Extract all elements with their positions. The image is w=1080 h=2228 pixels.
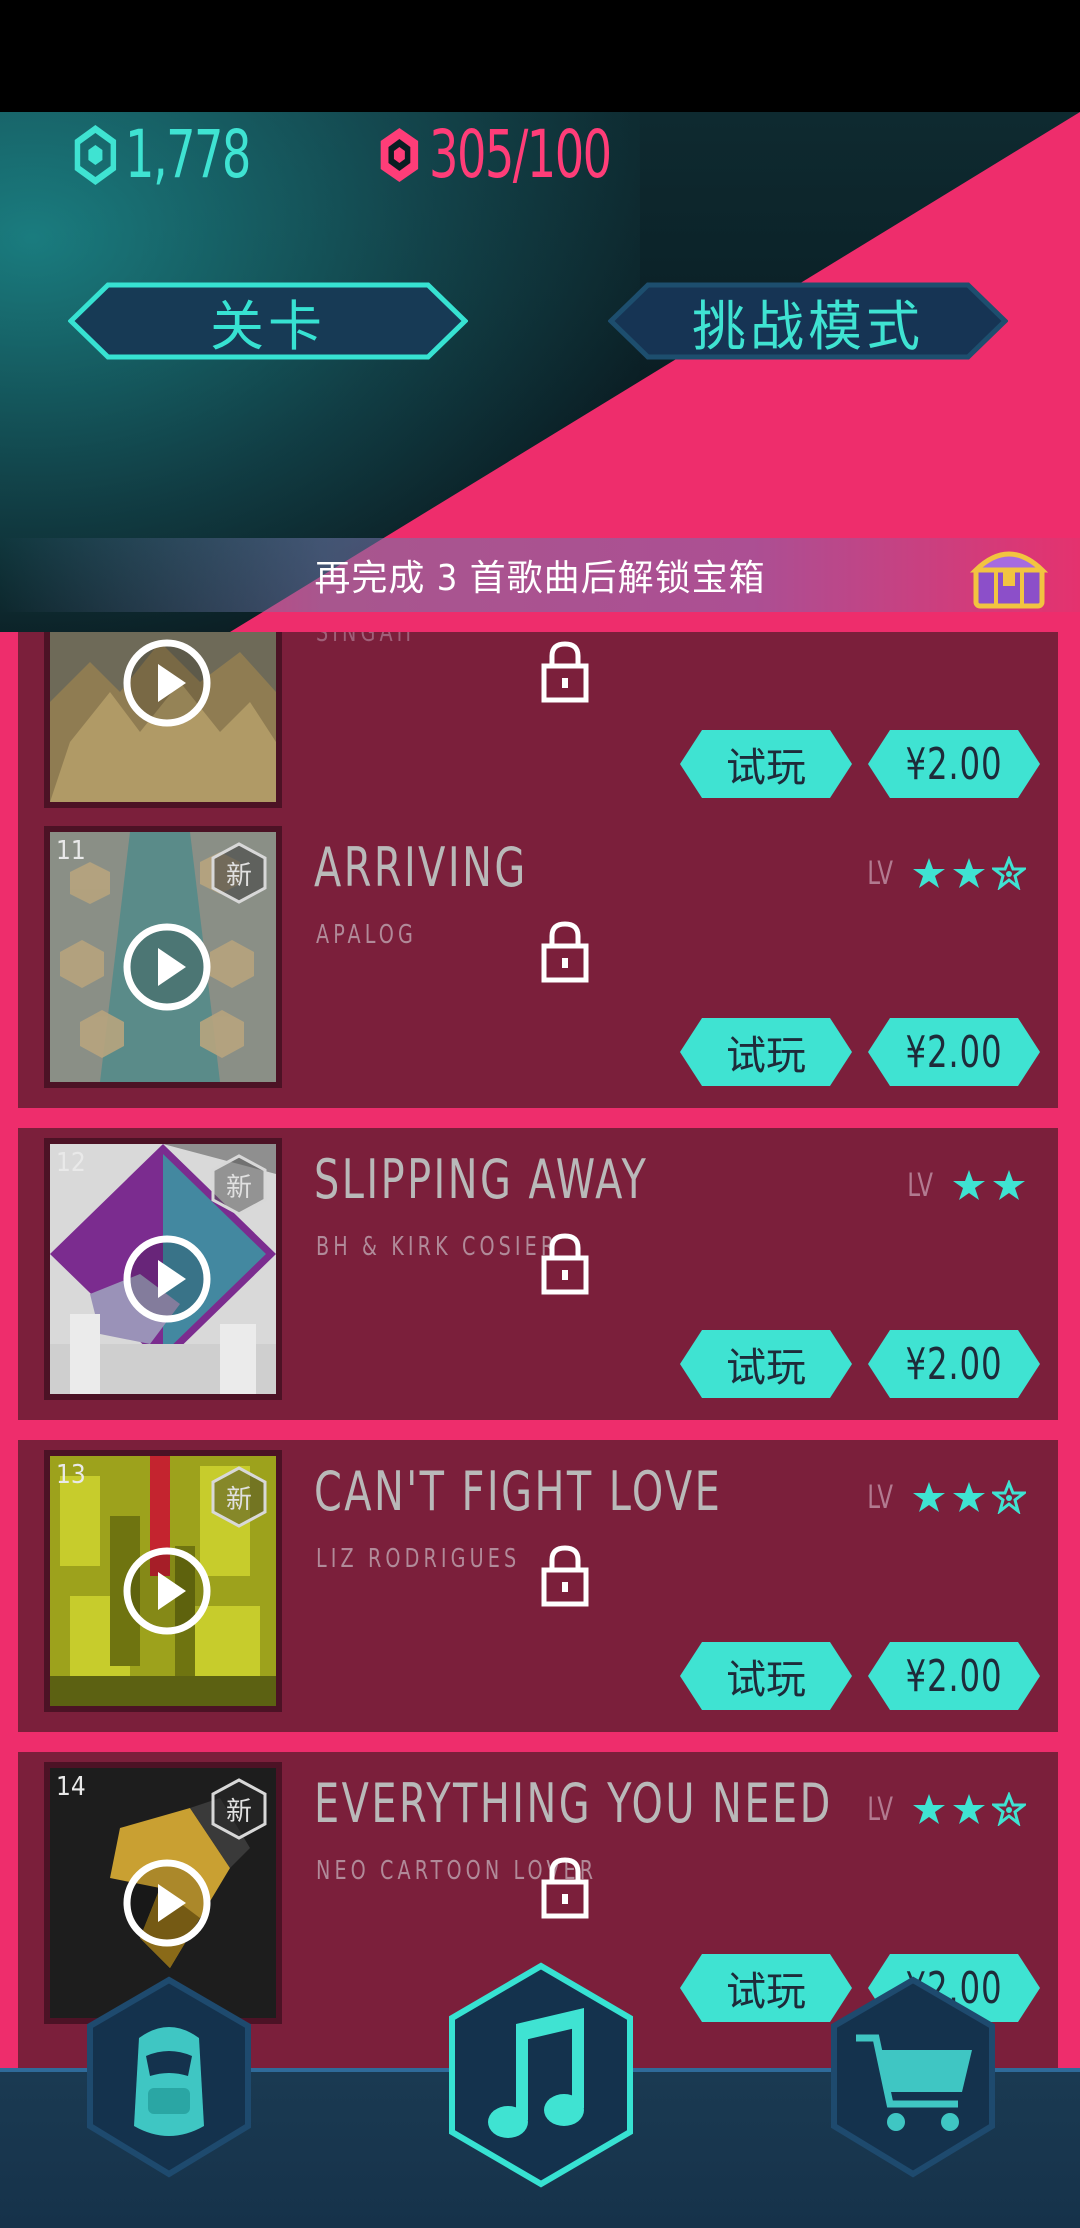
star-filled-icon (953, 1482, 986, 1512)
lock-icon (541, 1545, 589, 1607)
song-number: 12 (56, 1148, 86, 1178)
hexagon-gem-icon (74, 124, 117, 185)
song-artist: APALOG (316, 920, 417, 950)
star-filled-icon (953, 1170, 986, 1200)
play-icon[interactable] (122, 1858, 212, 1948)
star-filled-icon (913, 1794, 946, 1824)
song-thumbnail[interactable]: 13 新 (44, 1450, 282, 1712)
levels-mode-label: 关卡 (210, 294, 326, 358)
difficulty-rating: LV (904, 1166, 1026, 1204)
lv-label: LV (867, 1478, 893, 1516)
buy-button[interactable]: ¥2.00 (866, 728, 1042, 800)
unlock-banner-text: 再完成 3 首歌曲后解锁宝箱 (314, 558, 766, 599)
song-title: ARRIVING (314, 836, 528, 899)
play-icon[interactable] (122, 1234, 212, 1324)
lv-label: LV (867, 1790, 893, 1828)
song-card[interactable]: 11 新 ARRIVING APALOG LV 试玩 ¥2.00 (18, 816, 1058, 1108)
challenge-mode-label: 挑战模式 (692, 294, 924, 358)
song-thumbnail[interactable] (44, 632, 282, 808)
new-badge: 新 (210, 1778, 268, 1840)
star-outline-icon (992, 1480, 1027, 1514)
star-outline-icon (992, 1792, 1027, 1826)
car-icon (134, 2027, 204, 2136)
buy-button[interactable]: ¥2.00 (866, 1640, 1042, 1712)
song-thumbnail[interactable]: 11 新 (44, 826, 282, 1088)
song-title: CAN'T FIGHT LOVE (314, 1460, 723, 1523)
try-button[interactable]: 试玩 (678, 728, 854, 800)
new-badge: 新 (210, 842, 268, 904)
play-icon[interactable] (122, 922, 212, 1012)
lock-icon (541, 1857, 589, 1919)
challenge-mode-button[interactable]: 挑战模式 (608, 282, 1008, 360)
status-bar (0, 0, 1080, 112)
tokens-value: 305/100 (429, 116, 612, 193)
lv-label: LV (907, 1166, 933, 1204)
song-artist: BH & KIRK COSIER (316, 1232, 559, 1262)
song-number: 14 (56, 1772, 86, 1802)
song-card[interactable]: SINGAH 试玩 ¥2.00 (18, 632, 1058, 818)
lock-icon (541, 641, 589, 703)
try-button[interactable]: 试玩 (678, 1328, 854, 1400)
song-number: 13 (56, 1460, 86, 1490)
star-filled-icon (953, 858, 986, 888)
star-filled-icon (953, 1794, 986, 1824)
gems-value: 1,778 (125, 116, 251, 193)
cube-token-icon (380, 127, 419, 182)
levels-mode-button[interactable]: 关卡 (68, 282, 468, 360)
star-filled-icon (913, 1482, 946, 1512)
nav-music-button[interactable] (446, 1962, 636, 2190)
lock-icon (541, 1233, 589, 1295)
new-badge: 新 (210, 1154, 268, 1216)
buy-button[interactable]: ¥2.00 (866, 1328, 1042, 1400)
difficulty-rating: LV (864, 1790, 1027, 1828)
song-number: 11 (56, 836, 86, 866)
play-icon[interactable] (122, 638, 212, 728)
treasure-chest-icon[interactable] (970, 540, 1048, 612)
tokens-counter: 305/100 (376, 116, 612, 193)
new-badge: 新 (210, 1466, 268, 1528)
unlock-chest-banner: 再完成 3 首歌曲后解锁宝箱 (0, 538, 1080, 612)
buy-button[interactable]: ¥2.00 (866, 1016, 1042, 1088)
song-title: EVERYTHING YOU NEED (314, 1772, 833, 1835)
lock-icon (541, 921, 589, 983)
play-icon[interactable] (122, 1546, 212, 1636)
song-artist: SINGAH (316, 632, 416, 648)
lv-label: LV (867, 854, 893, 892)
difficulty-rating: LV (864, 1478, 1027, 1516)
try-button[interactable]: 试玩 (678, 1640, 854, 1712)
gems-counter: 1,778 (72, 116, 251, 193)
song-artist: LIZ RODRIGUES (316, 1544, 521, 1574)
nav-shop-button[interactable] (828, 1976, 998, 2180)
song-title: SLIPPING AWAY (314, 1148, 649, 1211)
star-outline-icon (992, 856, 1027, 890)
song-list[interactable]: SINGAH 试玩 ¥2.00 11 新 ARRIVING APALOG LV … (0, 632, 1080, 2072)
song-card[interactable]: 13 新 CAN'T FIGHT LOVE LIZ RODRIGUES LV 试… (18, 1440, 1058, 1732)
star-filled-icon (993, 1170, 1026, 1200)
nav-car-button[interactable] (84, 1976, 254, 2180)
song-thumbnail[interactable]: 12 新 (44, 1138, 282, 1400)
difficulty-rating: LV (864, 854, 1027, 892)
try-button[interactable]: 试玩 (678, 1016, 854, 1088)
song-card[interactable]: 12 新 SLIPPING AWAY BH & KIRK COSIER LV 试… (18, 1128, 1058, 1420)
star-filled-icon (913, 858, 946, 888)
